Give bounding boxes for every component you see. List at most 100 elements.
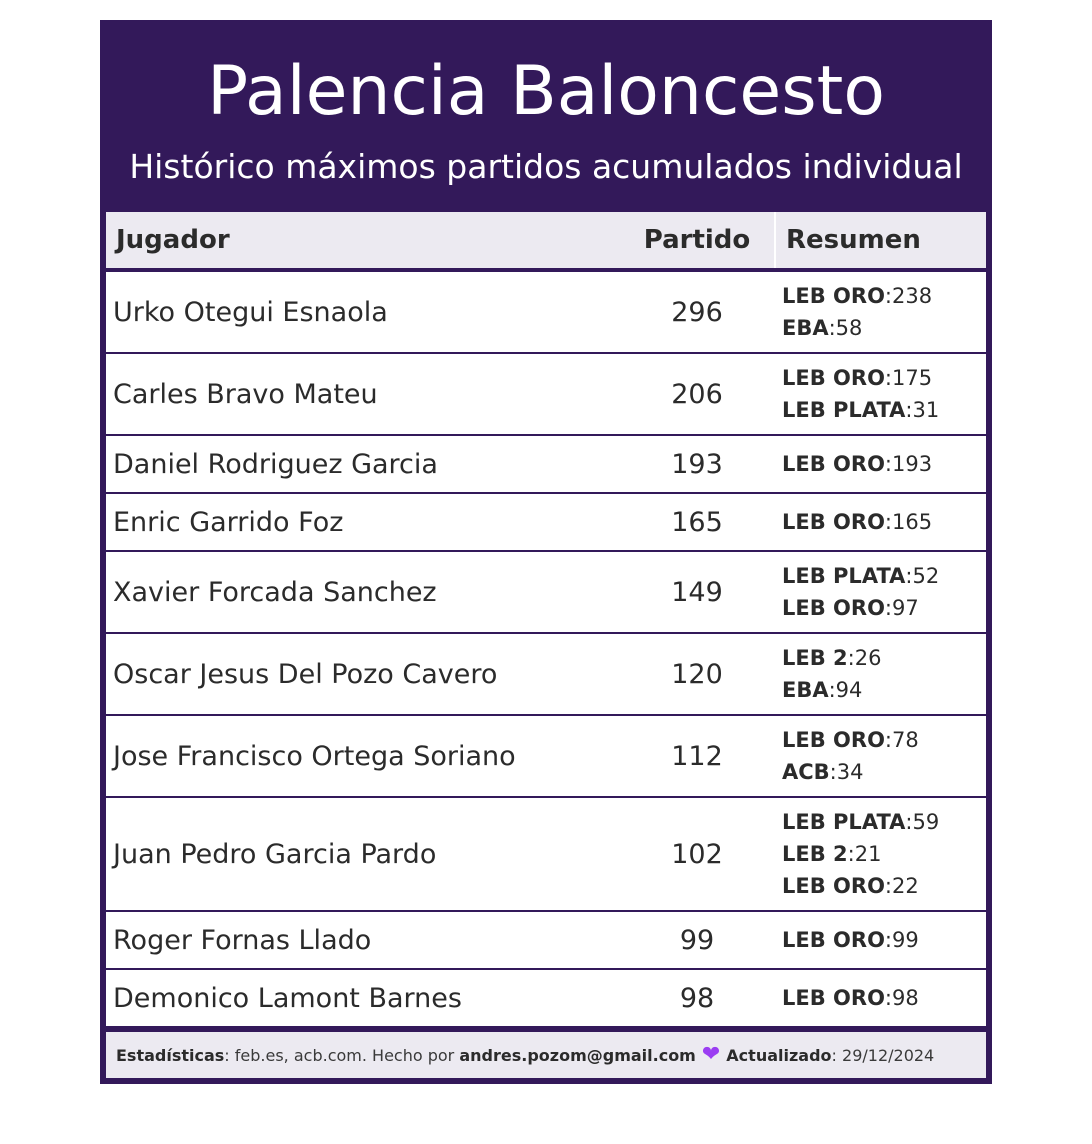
league-count: :21 — [847, 842, 882, 866]
summary-line: LEB ORO:78 — [782, 724, 919, 756]
league-name: EBA — [782, 316, 829, 340]
summary-line: EBA:94 — [782, 674, 881, 706]
league-name: LEB ORO — [782, 986, 885, 1010]
games-count: 99 — [679, 924, 715, 956]
league-name: EBA — [782, 678, 829, 702]
summary-cell: LEB ORO:165 — [782, 494, 932, 550]
games-count: 149 — [671, 576, 723, 608]
column-header-games: Partido — [643, 225, 751, 255]
column-header-summary: Resumen — [786, 225, 921, 255]
league-name: LEB ORO — [782, 728, 885, 752]
summary-cell: LEB PLATA:52 LEB ORO:97 — [782, 552, 939, 632]
summary-cell: LEB ORO:175 LEB PLATA:31 — [782, 354, 939, 434]
summary-line: LEB ORO:99 — [782, 924, 919, 956]
games-count: 193 — [671, 448, 723, 480]
summary-line: LEB ORO:22 — [782, 870, 939, 902]
stats-table: Jugador Partido Resumen Urko Otegui Esna… — [106, 212, 986, 1028]
league-name: LEB PLATA — [782, 398, 906, 422]
league-count: :98 — [884, 986, 919, 1010]
footer-stats-value: : feb.es, acb.com. Hecho por — [224, 1045, 460, 1065]
player-name: Demonico Lamont Barnes — [113, 982, 462, 1014]
player-name: Carles Bravo Mateu — [113, 378, 378, 410]
player-name: Xavier Forcada Sanchez — [113, 576, 437, 608]
league-count: :58 — [828, 316, 863, 340]
column-divider — [774, 212, 776, 268]
league-count: :52 — [905, 564, 940, 588]
summary-line: ACB:34 — [782, 756, 919, 788]
table-row: Jose Francisco Ortega Soriano 112 LEB ORO:… — [106, 716, 986, 796]
league-count: :31 — [905, 398, 940, 422]
footer: Estadísticas : feb.es, acb.com. Hecho po… — [106, 1032, 986, 1078]
footer-stats-label: Estadísticas — [116, 1045, 225, 1065]
games-count: 112 — [671, 740, 723, 772]
league-count: :165 — [884, 510, 933, 534]
summary-line: LEB 2:21 — [782, 838, 939, 870]
table-row: Xavier Forcada Sanchez 149 LEB PLATA:52 LEB… — [106, 552, 986, 632]
summary-line: LEB ORO:98 — [782, 982, 919, 1014]
player-name: Juan Pedro Garcia Pardo — [113, 838, 437, 870]
page-subtitle: Histórico máximos partidos acumulados in… — [129, 147, 963, 186]
table-row: Carles Bravo Mateu 206 LEB ORO:175 LEB PLAT… — [106, 354, 986, 434]
table-row: Oscar Jesus Del Pozo Cavero 120 LEB 2:26 EB… — [106, 634, 986, 714]
league-count: :59 — [905, 810, 940, 834]
league-name: LEB PLATA — [782, 564, 906, 588]
table-row: Daniel Rodriguez Garcia 193 LEB ORO:193 — [106, 436, 986, 492]
league-name: LEB ORO — [782, 452, 885, 476]
footer-updated-value: : 29/12/2024 — [831, 1045, 935, 1065]
summary-line: EBA:58 — [782, 312, 932, 344]
page-title: Palencia Baloncesto — [207, 52, 885, 131]
summary-line: LEB PLATA:59 — [782, 806, 939, 838]
purple-heart-icon: ❤ — [701, 1042, 721, 1067]
league-name: LEB 2 — [782, 842, 848, 866]
table-row: Juan Pedro Garcia Pardo 102 LEB PLATA:59 LE… — [106, 798, 986, 910]
summary-line: LEB 2:26 — [782, 642, 881, 674]
league-name: LEB PLATA — [782, 810, 906, 834]
summary-line: LEB ORO:238 — [782, 280, 932, 312]
summary-line: LEB ORO:175 — [782, 362, 939, 394]
league-name: LEB ORO — [782, 596, 885, 620]
league-count: :78 — [884, 728, 919, 752]
league-count: :34 — [829, 760, 864, 784]
summary-cell: LEB ORO:99 — [782, 912, 919, 968]
games-count: 206 — [671, 378, 723, 410]
league-count: :99 — [884, 928, 919, 952]
summary-cell: LEB ORO:98 — [782, 970, 919, 1026]
player-name: Roger Fornas Llado — [113, 924, 372, 956]
games-count: 120 — [671, 658, 723, 690]
player-name: Enric Garrido Foz — [113, 506, 344, 538]
summary-cell: LEB 2:26 EBA:94 — [782, 634, 881, 714]
games-count: 165 — [671, 506, 723, 538]
summary-line: LEB ORO:193 — [782, 448, 932, 480]
league-name: LEB 2 — [782, 646, 848, 670]
league-name: LEB ORO — [782, 874, 885, 898]
league-name: LEB ORO — [782, 284, 885, 308]
summary-line: LEB PLATA:52 — [782, 560, 939, 592]
league-count: :175 — [884, 366, 933, 390]
table-row: Urko Otegui Esnaola 296 LEB ORO:238 EBA:58 — [106, 272, 986, 352]
summary-cell: LEB ORO:193 — [782, 436, 932, 492]
stats-card: Palencia Baloncesto Histórico máximos pa… — [100, 20, 992, 1084]
league-count: :22 — [884, 874, 919, 898]
league-count: :97 — [884, 596, 919, 620]
league-name: ACB — [782, 760, 830, 784]
player-name: Urko Otegui Esnaola — [113, 296, 388, 328]
player-name: Oscar Jesus Del Pozo Cavero — [113, 658, 498, 690]
summary-cell: LEB ORO:78 ACB:34 — [782, 716, 919, 796]
games-count: 98 — [679, 982, 715, 1014]
league-name: LEB ORO — [782, 510, 885, 534]
league-count: :193 — [884, 452, 933, 476]
player-name: Jose Francisco Ortega Soriano — [113, 740, 516, 772]
summary-cell: LEB PLATA:59 LEB 2:21 LEB ORO:22 — [782, 798, 939, 910]
summary-cell: LEB ORO:238 EBA:58 — [782, 272, 932, 352]
table-row: Demonico Lamont Barnes 98 LEB ORO:98 — [106, 970, 986, 1026]
league-count: :238 — [884, 284, 933, 308]
table-row: Enric Garrido Foz 165 LEB ORO:165 — [106, 494, 986, 550]
games-count: 296 — [671, 296, 723, 328]
player-name: Daniel Rodriguez Garcia — [113, 448, 438, 480]
column-header-player: Jugador — [116, 225, 230, 255]
summary-line: LEB ORO:97 — [782, 592, 939, 624]
table-row: Roger Fornas Llado 99 LEB ORO:99 — [106, 912, 986, 968]
summary-line: LEB PLATA:31 — [782, 394, 939, 426]
table-header: Jugador Partido Resumen — [106, 212, 986, 268]
league-name: LEB ORO — [782, 928, 885, 952]
